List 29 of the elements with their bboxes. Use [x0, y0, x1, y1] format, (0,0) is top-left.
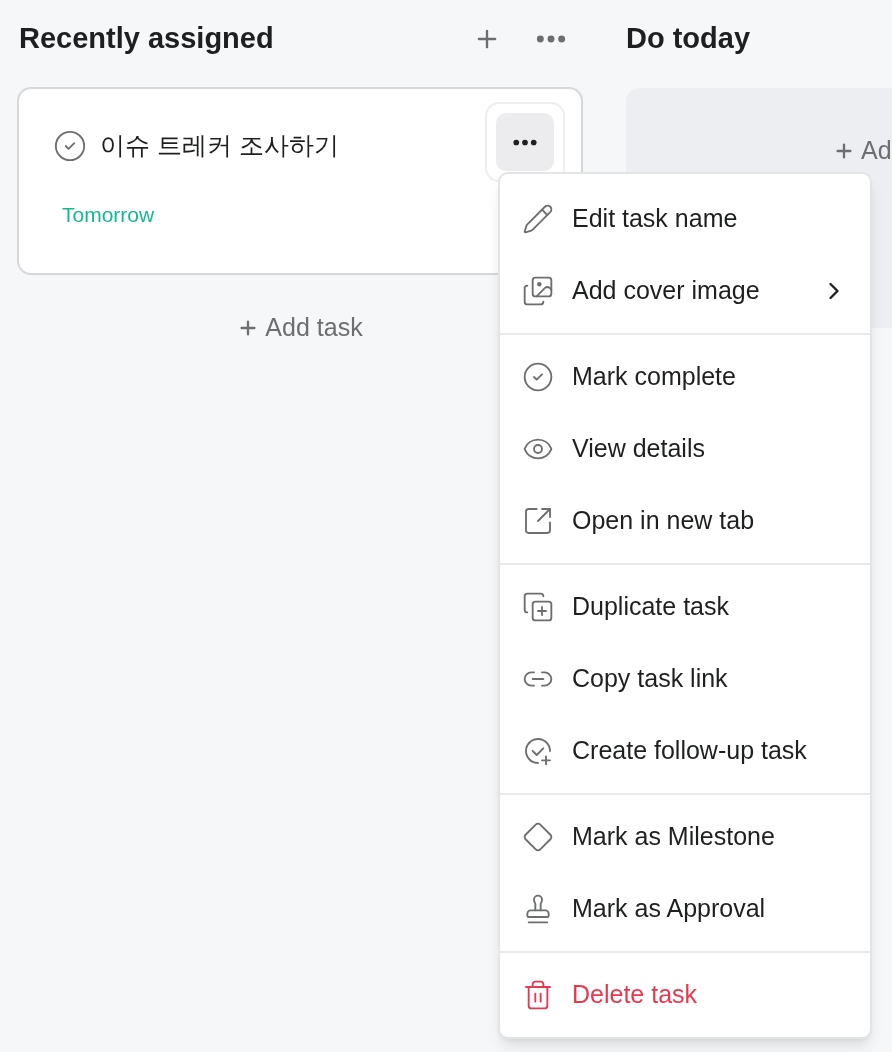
check-circle-icon[interactable] — [53, 128, 87, 163]
more-icon[interactable] — [535, 35, 567, 43]
external-link-icon — [522, 505, 554, 537]
more-icon — [513, 138, 537, 146]
menu-item[interactable]: View details — [500, 413, 870, 485]
menu-item[interactable]: Mark as Approval — [500, 873, 870, 945]
menu-item[interactable]: Duplicate task — [500, 571, 870, 643]
task-title: 이슈 트레커 조사하기 — [100, 130, 339, 161]
menu-item[interactable]: Open in new tab — [500, 485, 870, 557]
column-title: Recently assigned — [19, 21, 275, 57]
menu-item[interactable]: Create follow-up task — [500, 715, 870, 787]
menu-item[interactable]: Add cover image — [500, 255, 870, 327]
column-title: Do today — [626, 21, 751, 57]
duplicate-icon — [522, 591, 554, 623]
images-icon — [522, 275, 554, 307]
check-circle-icon — [522, 361, 554, 393]
trash-icon — [522, 979, 554, 1011]
menu-item[interactable]: Mark as Milestone — [500, 801, 870, 873]
menu-item[interactable]: Mark complete — [500, 341, 870, 413]
menu-item[interactable]: Edit task name — [500, 183, 870, 255]
more-button[interactable] — [496, 113, 554, 171]
add-task-button[interactable]: Add task — [237, 309, 363, 347]
due-date: Tomorrow — [62, 201, 155, 228]
menu-item[interactable]: Delete task — [500, 959, 870, 1031]
diamond-icon — [522, 821, 554, 853]
menu-item[interactable]: Copy task link — [500, 643, 870, 715]
add-task-button[interactable]: Ad — [833, 132, 892, 170]
pencil-icon — [522, 203, 554, 235]
check-plus-icon — [522, 735, 554, 767]
